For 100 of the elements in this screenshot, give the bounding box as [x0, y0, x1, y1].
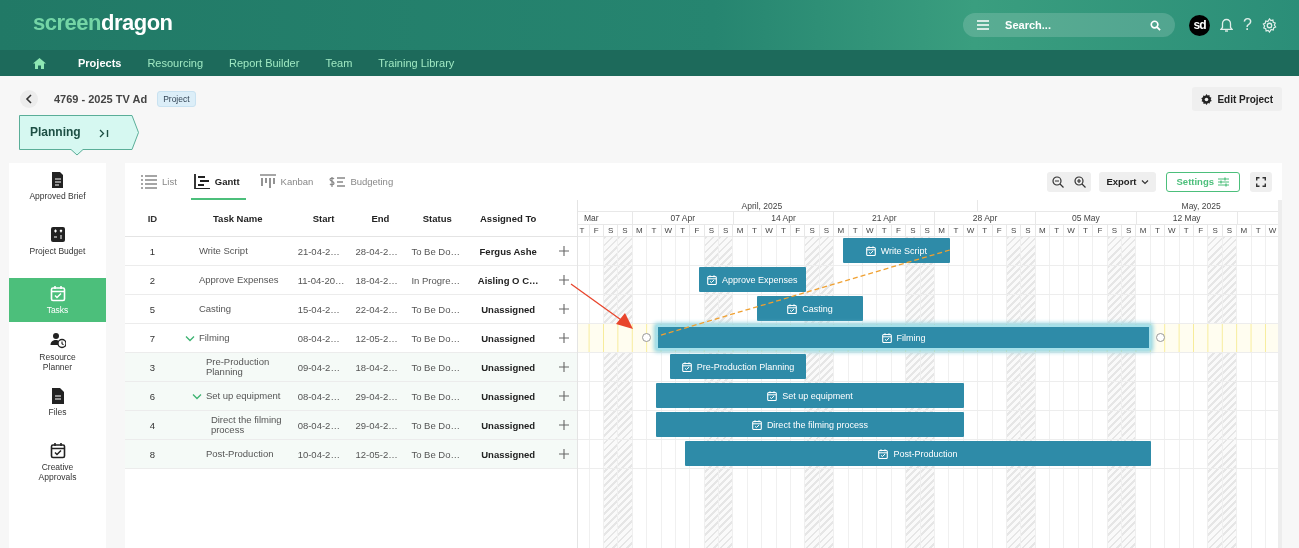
- edit-project-button[interactable]: Edit Project: [1192, 87, 1282, 111]
- view-tab[interactable]: Kanban: [257, 165, 316, 200]
- view-tab[interactable]: Gantt: [190, 165, 246, 200]
- sidebar-item[interactable]: Resource Planner: [9, 329, 106, 377]
- task-bar[interactable]: Set up equipment: [655, 383, 964, 408]
- table-cell-text: 12-05-2…: [354, 447, 399, 462]
- sidebar-item[interactable]: Project Budget: [9, 223, 106, 271]
- table-cell-text: 11-04-20…: [296, 273, 346, 288]
- day-label: S: [1126, 226, 1132, 235]
- column-header: Task Name: [212, 211, 264, 226]
- table-cell-text: 5: [148, 302, 157, 317]
- search-icon[interactable]: [1150, 19, 1162, 31]
- table-cell-text: Fergus Ashe: [478, 244, 538, 259]
- day-label: T: [953, 226, 959, 235]
- task-bar[interactable]: Direct the filming process: [655, 412, 964, 437]
- link-handle[interactable]: [1156, 333, 1166, 342]
- add-icon[interactable]: [559, 246, 569, 256]
- table-cell-text: To Be Do…: [410, 244, 461, 259]
- day-label: S: [809, 226, 815, 235]
- day-label: W: [1268, 226, 1277, 235]
- dollar-list-icon: [329, 174, 346, 189]
- table-cell-text: To Be Do…: [410, 302, 461, 317]
- calendar-check-icon: [681, 361, 692, 372]
- day-label: T: [1155, 226, 1160, 235]
- view-tab[interactable]: List: [139, 165, 179, 200]
- add-icon[interactable]: [559, 304, 569, 314]
- view-tab[interactable]: Budgeting: [327, 165, 396, 200]
- table-cell-text: 7: [148, 331, 157, 346]
- day-label: W: [865, 226, 874, 235]
- add-icon[interactable]: [559, 362, 570, 372]
- day-label: S: [823, 226, 830, 235]
- task-bar[interactable]: Post-Production: [684, 441, 1152, 466]
- calendar-check-icon: [878, 448, 889, 459]
- column-header: ID: [146, 211, 159, 226]
- table-cell-text: 29-04-2…: [354, 389, 399, 404]
- task-name: Filming: [198, 332, 230, 344]
- settings-icon[interactable]: [1262, 17, 1277, 33]
- search-bar[interactable]: Search...: [963, 13, 1176, 37]
- task-bar[interactable]: Pre-Production Planning: [670, 354, 806, 379]
- help-button[interactable]: ?: [1243, 17, 1252, 33]
- day-label: T: [579, 226, 585, 235]
- add-icon[interactable]: [559, 449, 570, 459]
- table-cell-text: 18-04-2…: [354, 360, 399, 375]
- day-label: T: [752, 226, 757, 235]
- add-icon[interactable]: [559, 275, 569, 285]
- table-cell-text: Unassigned: [480, 447, 537, 462]
- calendar-check-icon: [707, 274, 718, 285]
- sidebar-item[interactable]: Approved Brief: [9, 168, 106, 216]
- calendar-check-icon: [751, 419, 762, 430]
- day-label: S: [622, 226, 628, 235]
- day-label: S: [1111, 226, 1117, 235]
- nav-link[interactable]: Team: [325, 57, 353, 69]
- table-cell-text: 08-04-2…: [296, 389, 341, 404]
- calendar-check-icon: [49, 442, 66, 459]
- day-label: M: [1039, 226, 1046, 235]
- logo[interactable]: screendragon: [33, 10, 173, 36]
- calendar-check-icon: [49, 284, 66, 302]
- table-cell-text: Aisling O C…: [476, 273, 540, 288]
- day-label: S: [1010, 226, 1017, 235]
- day-label: T: [680, 226, 686, 235]
- day-label: F: [694, 226, 700, 235]
- export-dropdown[interactable]: Export: [1099, 171, 1156, 192]
- day-label: T: [852, 226, 858, 235]
- nav-link[interactable]: Resourcing: [147, 57, 204, 69]
- sidebar-item[interactable]: Creative Approvals: [9, 439, 106, 487]
- add-icon[interactable]: [559, 391, 570, 401]
- search-field[interactable]: Search...: [1005, 19, 1135, 31]
- day-label: S: [910, 226, 916, 235]
- link-handle[interactable]: [641, 333, 651, 342]
- day-label: F: [996, 226, 1002, 235]
- week-label: 14 Apr: [771, 213, 796, 223]
- day-label: S: [723, 226, 729, 235]
- task-name: Write Script: [198, 245, 248, 257]
- nav-link[interactable]: Training Library: [378, 57, 455, 69]
- task-bar[interactable]: Filming: [655, 325, 1152, 350]
- day-label: M: [736, 226, 744, 235]
- fullscreen-button[interactable]: [1250, 171, 1272, 192]
- task-name: Approve Expenses: [198, 274, 279, 286]
- menu-icon[interactable]: [977, 20, 990, 30]
- bell-icon[interactable]: [1220, 17, 1234, 33]
- day-label: S: [924, 226, 930, 235]
- task-bar[interactable]: Approve Expenses: [699, 267, 806, 292]
- document-icon: [49, 171, 66, 188]
- caret-icon: [1140, 178, 1149, 185]
- expand-chevron-icon[interactable]: [184, 334, 195, 342]
- nav-link[interactable]: Projects: [78, 57, 122, 69]
- nav-link[interactable]: Report Builder: [229, 57, 300, 69]
- task-bar[interactable]: Casting: [756, 296, 864, 321]
- back-button[interactable]: [20, 90, 38, 108]
- add-icon[interactable]: [559, 333, 569, 343]
- add-icon[interactable]: [559, 420, 570, 430]
- avatar[interactable]: sd: [1189, 14, 1211, 36]
- task-bar[interactable]: Write Script: [843, 238, 950, 263]
- sidebar-item[interactable]: Files: [9, 384, 106, 432]
- collapse-icon[interactable]: [98, 129, 109, 138]
- day-label: F: [1198, 226, 1204, 235]
- home-icon[interactable]: [33, 57, 46, 69]
- expand-chevron-icon[interactable]: [191, 392, 202, 400]
- day-label: S: [607, 226, 614, 235]
- stage-indicator[interactable]: Planning: [19, 115, 139, 157]
